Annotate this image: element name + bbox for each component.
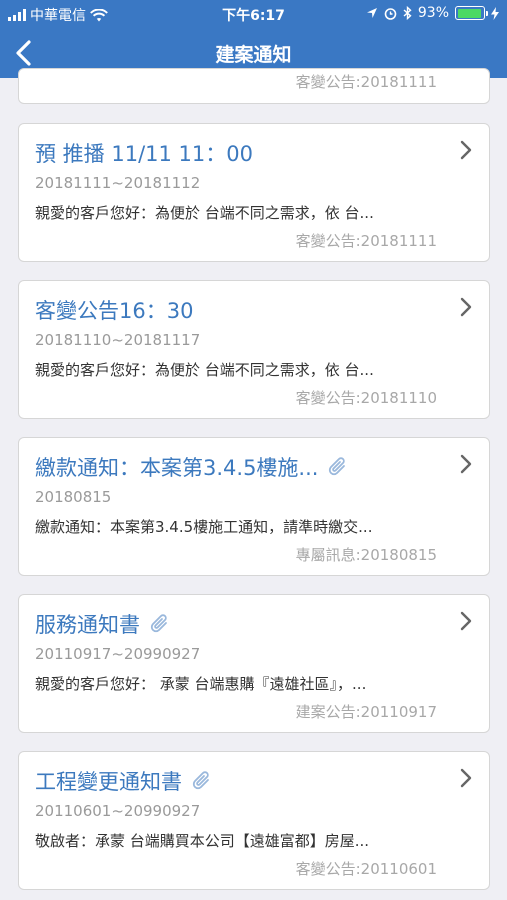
notification-card[interactable]: 工程變更通知書 20110601~20990927 敬啟者：承蒙 台端購買本公司… <box>18 751 490 890</box>
card-date: 20181110~20181117 <box>35 331 201 349</box>
chevron-right-icon <box>460 611 472 631</box>
card-date: 20110917~20990927 <box>35 645 201 663</box>
card-title: 繳款通知：本案第3.4.5樓施... <box>35 456 319 480</box>
card-summary: 親愛的客戶您好：為便於 台端不同之需求，依 台... <box>35 361 374 379</box>
chevron-right-icon <box>460 768 472 788</box>
notification-card-partial[interactable]: 客變公告:20181111 <box>18 68 490 104</box>
card-footer: 客變公告:20181110 <box>295 389 437 407</box>
card-date: 20110601~20990927 <box>35 802 201 820</box>
chevron-right-icon <box>460 140 472 160</box>
paperclip-icon <box>329 457 346 476</box>
notification-card[interactable]: 客變公告16：30 20181110~20181117 親愛的客戶您好：為便於 … <box>18 280 490 419</box>
battery-icon <box>455 6 488 20</box>
page-title: 建案通知 <box>215 44 292 66</box>
card-title-row: 繳款通知：本案第3.4.5樓施... <box>35 452 350 482</box>
card-title: 客變公告16：30 <box>35 299 194 323</box>
card-title: 服務通知書 <box>35 613 140 637</box>
card-title-row: 工程變更通知書 <box>35 766 214 796</box>
card-footer: 客變公告:20110601 <box>295 860 437 878</box>
paperclip-icon <box>150 614 167 633</box>
battery-percent: 93% <box>417 5 449 21</box>
chevron-right-icon <box>460 297 472 317</box>
card-summary: 親愛的客戶您好：為便於 台端不同之需求，依 台... <box>35 204 374 222</box>
card-footer: 建案公告:20110917 <box>295 703 437 721</box>
card-footer: 客變公告:20181111 <box>295 232 437 250</box>
card-summary: 繳款通知：本案第3.4.5樓施工通知，請準時繳交... <box>35 518 373 536</box>
header: 中華電信 下午6:17 93% 建案通知 <box>0 0 507 78</box>
card-title-row: 預 推播 11/11 11：00 <box>35 138 253 168</box>
bluetooth-icon <box>403 6 412 20</box>
card-footer: 客變公告:20181111 <box>295 73 437 91</box>
card-title: 預 推播 11/11 11：00 <box>35 142 253 166</box>
status-right: 93% <box>366 5 499 21</box>
paperclip-icon <box>192 771 209 790</box>
card-summary: 敬啟者：承蒙 台端購買本公司【遠雄富都】房屋... <box>35 832 370 850</box>
card-date: 20180815 <box>35 488 112 506</box>
charging-icon <box>491 6 499 20</box>
notification-card[interactable]: 服務通知書 20110917~20990927 親愛的客戶您好： 承蒙 台端惠購… <box>18 594 490 733</box>
notification-card[interactable]: 繳款通知：本案第3.4.5樓施... 20180815 繳款通知：本案第3.4.… <box>18 437 490 576</box>
card-title: 工程變更通知書 <box>35 770 182 794</box>
card-title-row: 客變公告16：30 <box>35 295 193 325</box>
status-bar: 中華電信 下午6:17 93% <box>0 0 507 28</box>
alarm-icon <box>384 7 397 20</box>
card-footer: 專屬訊息:20180815 <box>295 546 437 564</box>
card-title-row: 服務通知書 <box>35 609 172 639</box>
card-summary: 親愛的客戶您好： 承蒙 台端惠購『遠雄社區』，... <box>35 675 367 693</box>
location-icon <box>366 8 377 18</box>
card-date: 20181111~20181112 <box>35 174 201 192</box>
battery-level <box>457 8 481 18</box>
notification-card[interactable]: 預 推播 11/11 11：00 20181111~20181112 親愛的客戶… <box>18 123 490 262</box>
chevron-right-icon <box>460 454 472 474</box>
